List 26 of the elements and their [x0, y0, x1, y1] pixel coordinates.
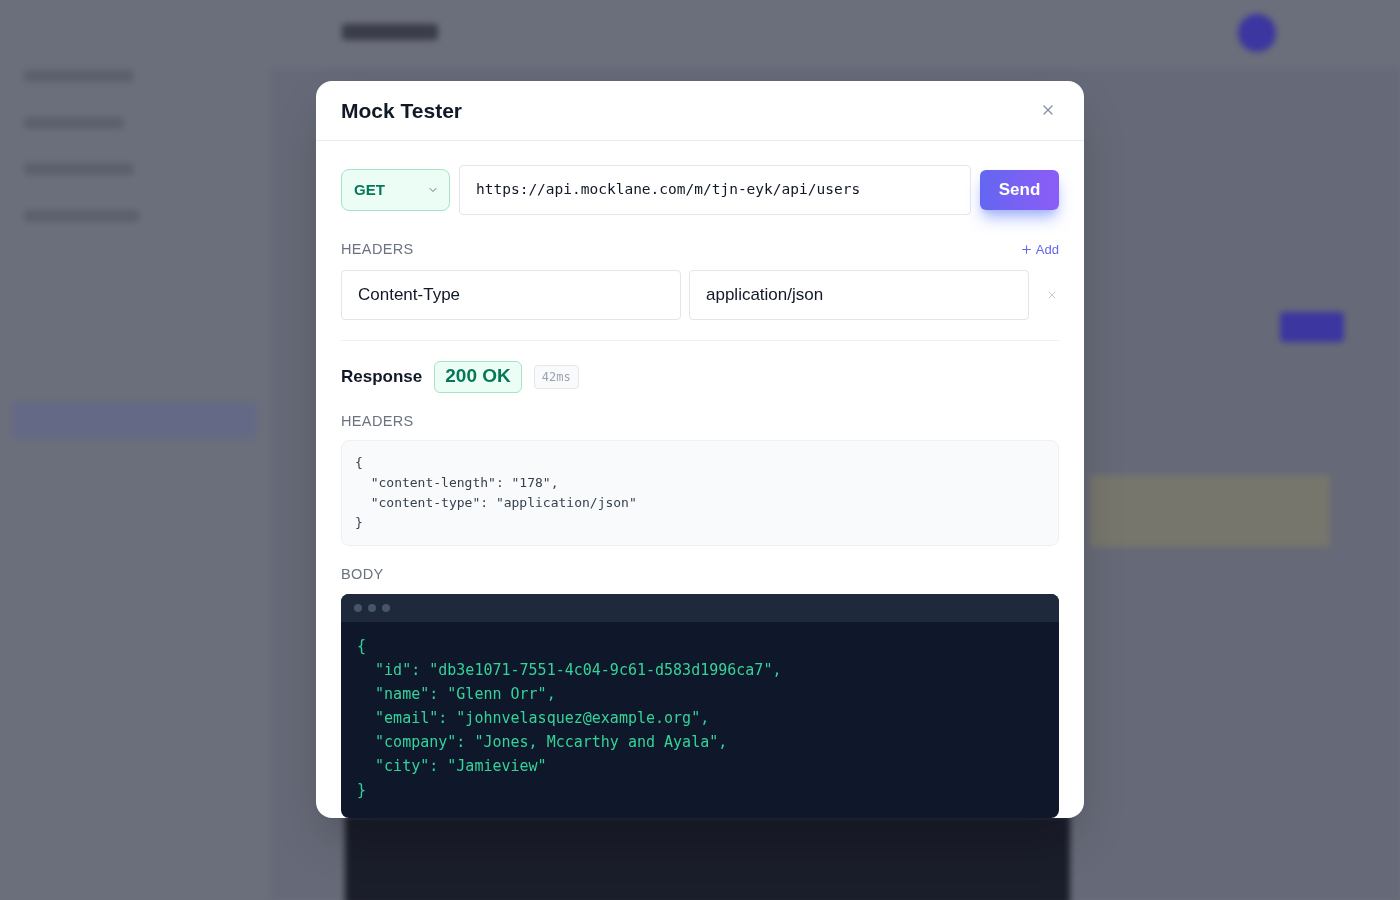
- section-label: HEADERS: [341, 411, 415, 431]
- send-button[interactable]: Send: [980, 169, 1059, 210]
- status-badge: 200 OK: [434, 360, 522, 393]
- code-line: "id": "db3e1071-7551-4c04-9c61-d583d1996ca7",: [374, 660, 783, 681]
- plus-icon: [1019, 243, 1033, 257]
- code-line: "email": "johnvelasquez@example.org",: [374, 708, 711, 729]
- url-field[interactable]: https://api.mocklane.com/m/tjn-eyk/api/users: [459, 164, 971, 215]
- header-value-field[interactable]: application/json: [689, 269, 1029, 320]
- code-line: "name": "Glenn Orr",: [374, 684, 557, 705]
- code-line: }: [355, 514, 364, 533]
- code-line: "content-length": "178",: [369, 474, 560, 493]
- code-line: "company": "Jones, Mccarthy and Ayala",: [374, 732, 729, 753]
- window-dots-icon: [354, 604, 390, 612]
- code-line: {: [355, 454, 364, 473]
- code-line: "content-type": "application/json": [369, 494, 638, 513]
- add-header-button[interactable]: Add: [1019, 239, 1059, 260]
- dialog-title: Mock Tester: [341, 97, 462, 124]
- section-label: BODY: [341, 565, 385, 585]
- header-key-field[interactable]: Content-Type: [341, 269, 681, 320]
- method-select[interactable]: GET: [341, 168, 450, 211]
- code-line: {: [357, 636, 368, 657]
- code-line: }: [357, 780, 368, 801]
- code-line: "city": "Jamieview": [374, 756, 548, 777]
- response-time: 42ms: [533, 364, 579, 389]
- response-label: Response: [341, 365, 423, 388]
- section-label: HEADERS: [341, 239, 414, 259]
